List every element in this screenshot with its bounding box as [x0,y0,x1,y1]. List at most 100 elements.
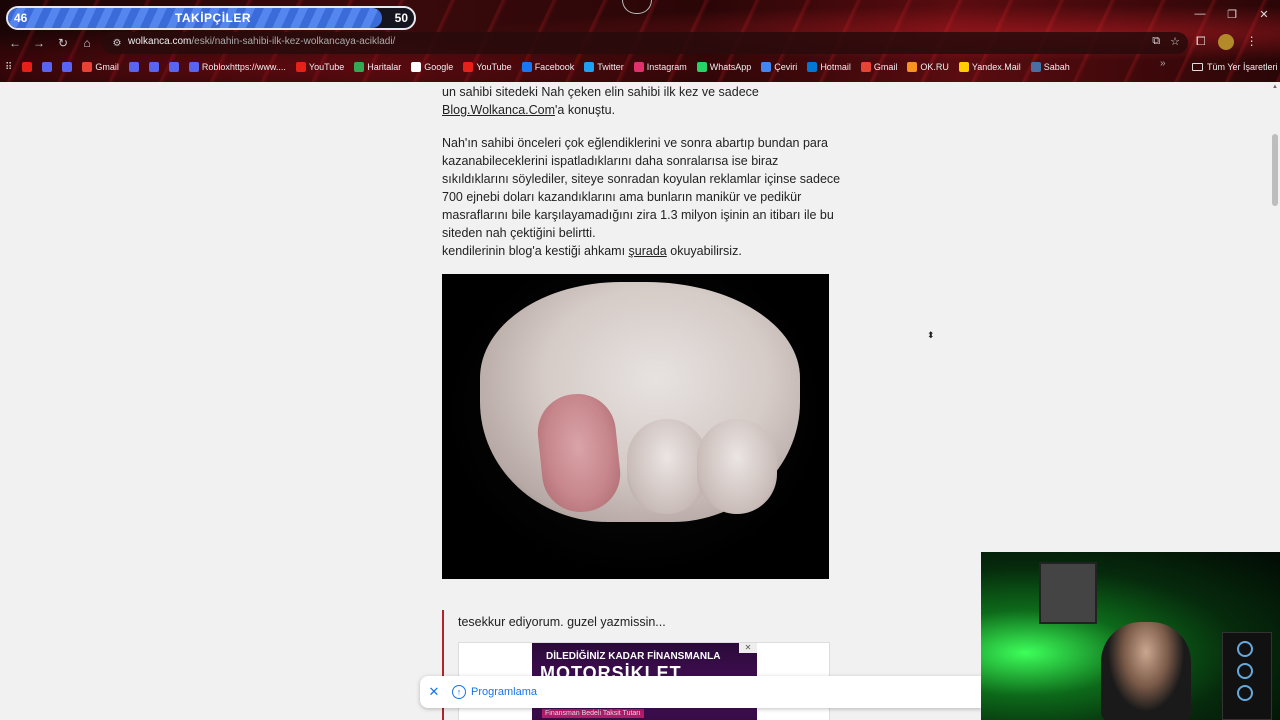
bookmark-item[interactable] [17,58,37,76]
bookmark-icon [584,62,595,72]
bookmark-icon [354,62,365,72]
bookmark-icon [42,62,53,72]
back-arrow-icon[interactable]: ← [6,34,24,52]
close-notification-icon[interactable]: ✕ [420,684,448,700]
scroll-up-icon[interactable]: ▲ [1272,84,1278,90]
restore-icon[interactable]: ❐ [1216,0,1248,28]
browser-toolbar: ← → ↻ ⌂ ⚙ wolkanca.com/eski/nahin-sahibi… [0,32,1280,54]
bookmark-item[interactable]: Haritalar [349,58,406,76]
bookmark-icon [1030,62,1041,72]
bookmark-label: Robloxhttps://www.... [201,62,286,72]
bookmark-item[interactable]: Robloxhttps://www.... [184,58,291,76]
download-notification: ✕ ↑ Programlama [420,676,982,708]
scrollbar-thumb[interactable] [1272,134,1278,206]
bookmark-item[interactable] [144,58,164,76]
bookmark-icon [958,62,969,72]
bookmark-icon [22,62,33,72]
home-icon[interactable]: ⌂ [78,34,96,52]
bookmark-icon [761,62,772,72]
bookmark-item[interactable]: YouTube [458,58,516,76]
follower-goal: 50 [394,11,408,25]
bookmark-item[interactable]: Google [406,58,458,76]
menu-kebab-icon[interactable]: ⋮ [1246,34,1258,50]
bookmark-icon [807,62,818,72]
apps-grid-icon[interactable]: ⠿ [0,58,17,76]
article-paragraph-2: Nah'ın sahibi önceleri çok eğlendiklerin… [442,134,842,260]
knuckle-shape [627,419,707,514]
bookmark-item[interactable]: Gmail [77,58,124,76]
webcam-overlay [981,552,1280,720]
bookmarks-overflow-icon[interactable]: » [1160,58,1166,69]
address-bar[interactable]: ⚙ wolkanca.com/eski/nahin-sahibi-ilk-kez… [102,32,1188,54]
streamer [1101,622,1191,720]
bookmark-item[interactable] [57,58,77,76]
article-paragraph-1: un sahibi sitedeki Nah çeken elin sahibi… [442,83,842,119]
window-controls: — ❐ ✕ [1184,0,1280,28]
pc-case [1222,632,1272,720]
assassins-creed-logo [612,0,662,22]
bookmark-icon [128,62,139,72]
wall-frame [1039,562,1097,624]
close-icon[interactable]: ✕ [1248,0,1280,28]
bookmark-icon [411,62,422,72]
bookmark-star-icon[interactable]: ☆ [1170,35,1180,48]
upload-circle-icon: ↑ [452,685,466,699]
bookmark-label: OK.RU [920,62,949,72]
bookmark-label: YouTube [476,62,512,72]
bookmark-icon [860,62,871,72]
bookmark-label: Yandex.Mail [971,62,1021,72]
bookmark-item[interactable]: Çeviri [756,58,802,76]
paragraph-text: un sahibi sitedeki Nah çeken elin sahibi… [442,85,759,99]
comment-text: tesekkur ediyorum. guzel yazmissin... [458,615,666,629]
bookmark-item[interactable] [124,58,144,76]
blog-link[interactable]: Blog.Wolkanca.Com [442,103,555,117]
bookmark-icon [148,62,159,72]
notification-label[interactable]: Programlama [471,686,537,698]
bookmark-item[interactable]: Gmail [856,58,903,76]
install-app-icon[interactable]: ⧉ [1152,35,1160,48]
bookmark-label: Facebook [534,62,575,72]
follower-goal-bar: 46 TAKİPÇİLER 50 [6,6,416,30]
bookmark-item[interactable]: Twitter [579,58,629,76]
bookmark-label: Gmail [873,62,898,72]
bookmark-label: YouTube [308,62,345,72]
bookmark-item[interactable]: Sabah [1026,58,1075,76]
ad-close-icon[interactable]: ✕ [739,643,757,653]
paragraph-text: Nah'ın sahibi önceleri çok eğlendiklerin… [442,136,841,240]
minimize-icon[interactable]: — [1184,0,1216,28]
bookmark-icon [633,62,644,72]
forward-arrow-icon[interactable]: → [30,34,48,52]
bookmark-item[interactable]: WhatsApp [692,58,757,76]
bookmark-item[interactable]: Yandex.Mail [954,58,1026,76]
bookmark-label: Çeviri [774,62,798,72]
follower-label: TAKİPÇİLER [174,11,252,25]
paragraph-text: kendilerinin blog'a kestiği ahkamı [442,244,626,258]
bookmark-icon [295,62,306,72]
ad-footer: Finansman Bedeli Taksit Tutarı [542,709,644,718]
scroll-cursor-icon: ⬍ [927,330,935,340]
url-text[interactable]: wolkanca.com/eski/nahin-sahibi-ilk-kez-w… [128,36,395,47]
bookmark-item[interactable]: YouTube [291,58,349,76]
surada-link[interactable]: şurada [629,244,667,258]
bookmarks-bar: ⠿ Gmail Robloxhttps://www.... YouTube Harit… [0,58,1280,76]
profile-avatar[interactable] [1217,34,1234,50]
bookmark-item[interactable]: OK.RU [902,58,954,76]
fan-icon [1237,641,1253,657]
bookmark-item[interactable]: Facebook [517,58,580,76]
bookmark-item[interactable]: Instagram [629,58,692,76]
bookmark-icon [62,62,73,72]
bookmark-label: Google [424,62,454,72]
bookmark-label: WhatsApp [709,62,752,72]
knuckle-shape [697,419,777,514]
bookmark-item[interactable] [37,58,57,76]
site-info-icon[interactable]: ⚙ [110,36,124,50]
bookmark-item[interactable]: Hotmail [802,58,856,76]
all-bookmarks-button[interactable]: Tüm Yer İşaretleri [1192,58,1278,76]
ad-headline: DİLEDİĞİNİZ KADAR FİNANSMANLA [546,651,721,662]
extensions-icon[interactable]: ⧠ [1196,34,1206,50]
bookmark-label: Instagram [646,62,687,72]
bookmark-icon [463,62,474,72]
reload-icon[interactable]: ↻ [54,34,72,52]
bookmark-item[interactable] [164,58,184,76]
all-bookmarks-label: Tüm Yer İşaretleri [1207,62,1278,72]
